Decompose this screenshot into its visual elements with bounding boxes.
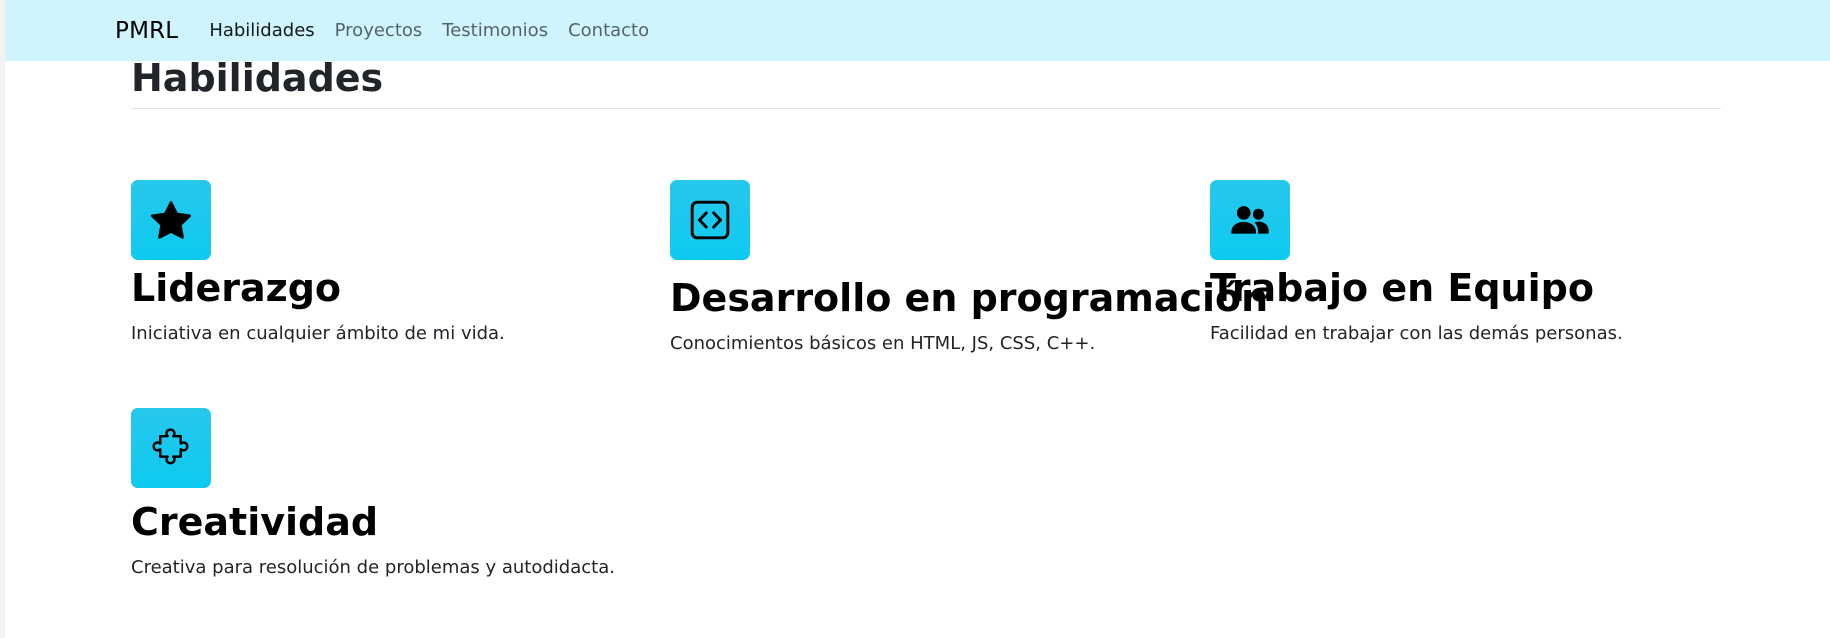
feature-title: Trabajo en Equipo: [1210, 266, 1594, 310]
code-icon: [690, 200, 730, 240]
nav-link-proyectos[interactable]: Proyectos: [335, 20, 423, 41]
nav-link-habilidades[interactable]: Habilidades: [209, 20, 314, 41]
nav-link-contacto[interactable]: Contacto: [568, 20, 649, 41]
nav-link-testimonios[interactable]: Testimonios: [442, 20, 548, 41]
puzzle-icon: [152, 428, 189, 465]
feature-text: Iniciativa en cualquier ámbito de mi vid…: [131, 323, 505, 344]
feature-text: Facilidad en trabajar con las demás pers…: [1210, 323, 1623, 344]
feature-icon-box: [131, 180, 211, 260]
people-icon: [1231, 206, 1269, 234]
section-divider: [131, 108, 1721, 109]
feature-title: Desarrollo en programación: [670, 276, 1269, 320]
feature-creatividad: Creatividad Creativa para resolución de …: [131, 408, 615, 581]
section-title: Habilidades: [131, 56, 384, 100]
feature-title: Liderazgo: [131, 266, 342, 310]
feature-text: Conocimientos básicos en HTML, JS, CSS, …: [670, 333, 1096, 354]
feature-icon-box: [1210, 180, 1290, 260]
top-navbar: PMRL Habilidades Proyectos Testimonios C…: [5, 0, 1830, 61]
feature-icon-box: [131, 408, 211, 488]
navbar-brand[interactable]: PMRL: [115, 18, 178, 44]
feature-liderazgo: Liderazgo Iniciativa en cualquier ámbito…: [131, 180, 505, 347]
star-icon: [151, 201, 191, 239]
feature-desarrollo: Desarrollo en programación Conocimientos…: [670, 180, 1268, 357]
feature-text: Creativa para resolución de problemas y …: [131, 557, 615, 578]
page-left-edge: [0, 0, 5, 638]
feature-icon-box: [670, 180, 750, 260]
feature-trabajo-en-equipo: Trabajo en Equipo Facilidad en trabajar …: [1210, 180, 1623, 347]
feature-title: Creatividad: [131, 500, 379, 544]
